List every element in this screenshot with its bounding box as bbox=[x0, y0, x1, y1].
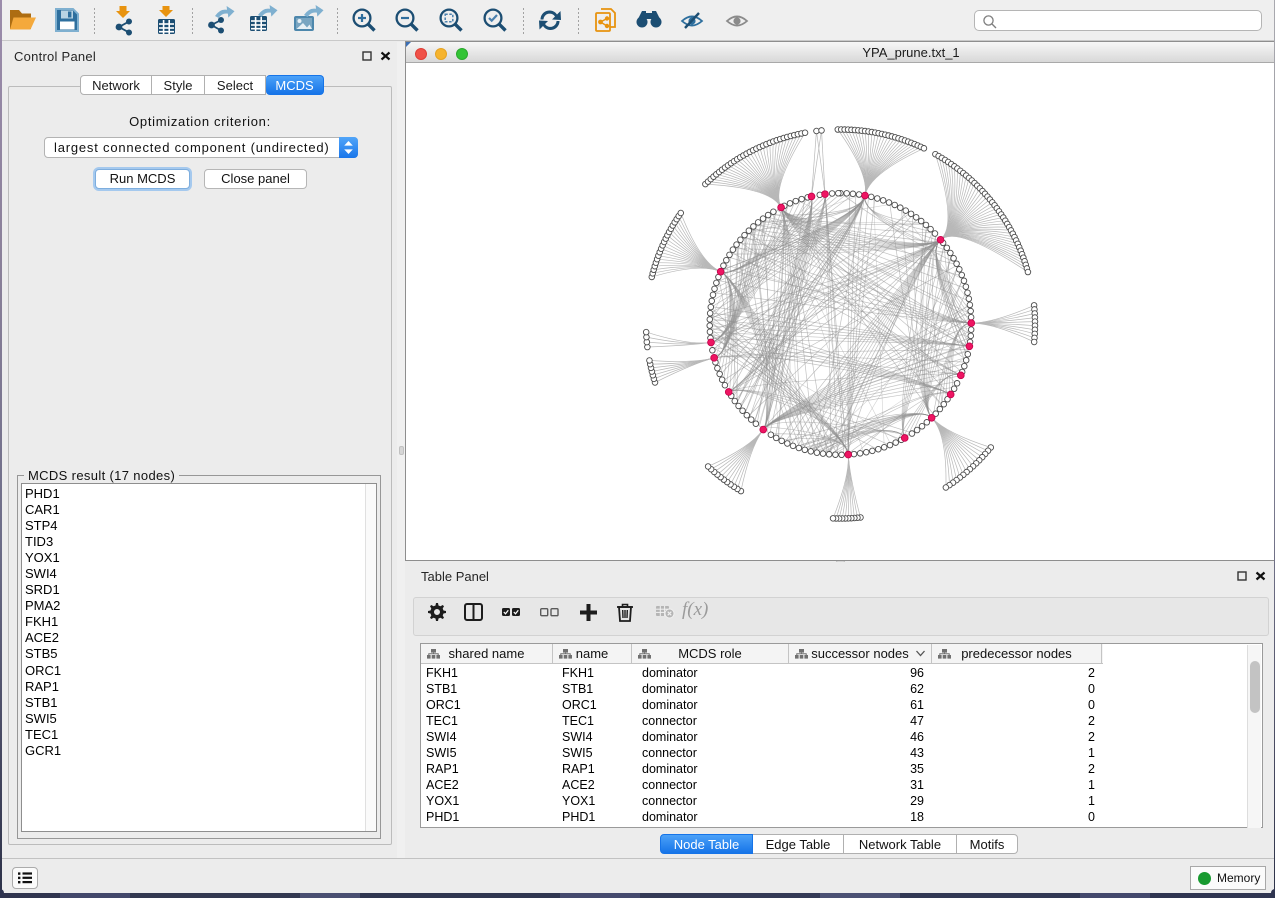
svg-text:f(x): f(x) bbox=[682, 599, 708, 620]
